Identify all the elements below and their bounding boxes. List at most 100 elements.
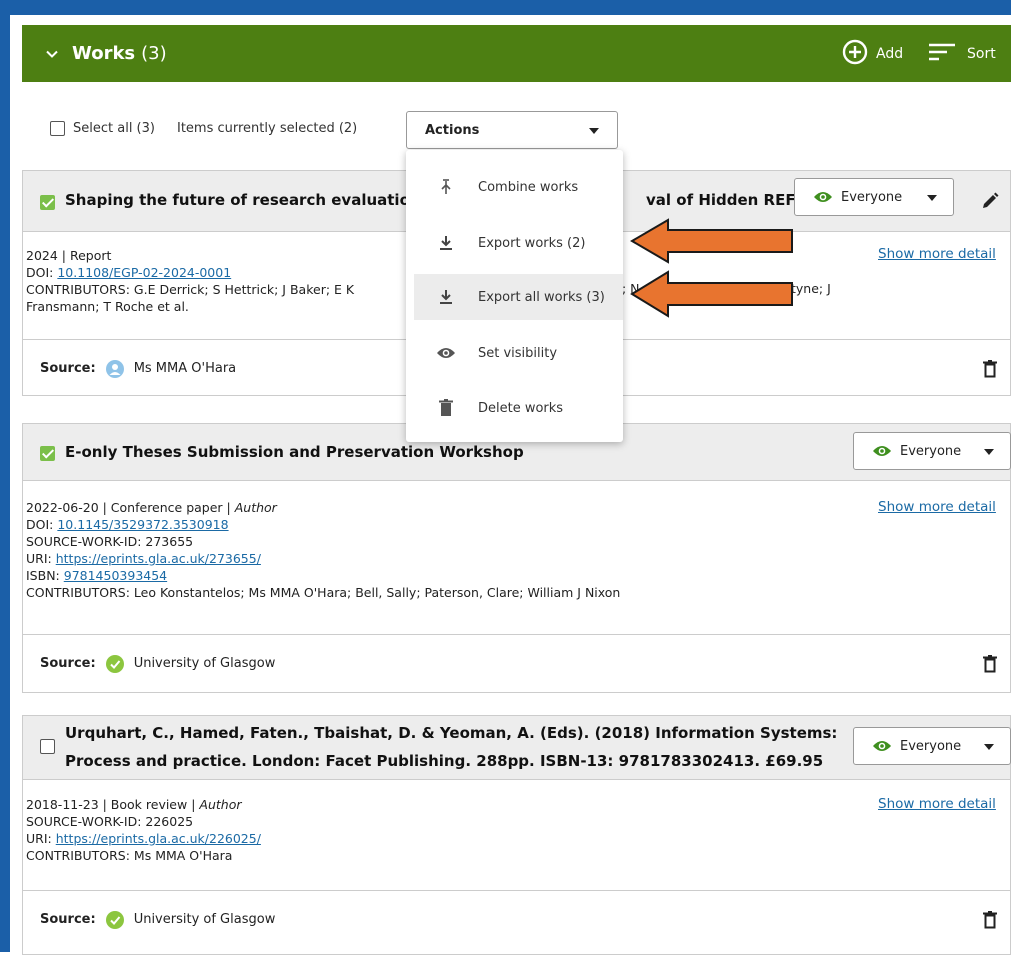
source-name: University of Glasgow [133,912,276,927]
add-circle-icon [842,39,868,69]
sort-button[interactable]: Sort [927,42,996,66]
edit-pencil-icon[interactable] [980,191,1000,215]
combine-icon [434,179,458,195]
verified-check-icon [105,910,124,929]
work-source-row: Source: University of Glasgow [23,890,1010,948]
sort-icon [927,42,957,66]
work-role: Author [199,797,242,812]
menu-item-export-all-works[interactable]: Export all works (3) [414,274,623,320]
work-contributors: CONTRIBUTORS: G.E Derrick; S Hettrick; J… [26,281,354,298]
doi-link[interactable]: 10.1108/EGP-02-2024-0001 [57,265,231,280]
work-metadata: 2024 | Report DOI: 10.1108/EGP-02-2024-0… [26,247,354,315]
work-uri-row: URI: https://eprints.gla.ac.uk/226025/ [26,831,261,846]
menu-item-export-works[interactable]: Export works (2) [414,220,623,266]
visibility-dropdown[interactable]: Everyone [853,727,1011,765]
menu-item-label: Combine works [478,179,579,195]
work-card: Urquhart, C., Hamed, Faten., Tbaishat, D… [22,715,1011,955]
actions-label: Actions [425,122,480,138]
work-checkbox[interactable] [40,446,55,461]
menu-item-set-visibility[interactable]: Set visibility [414,330,623,376]
work-contributors: CONTRIBUTORS: Leo Konstantelos; Ms MMA O… [26,585,621,600]
work-role: Author [234,500,277,515]
sort-label: Sort [967,45,996,62]
select-all-checkbox[interactable] [50,120,65,136]
visibility-dropdown[interactable]: Everyone [794,178,954,216]
source-label: Source: [40,656,96,671]
visibility-label: Everyone [900,443,962,459]
work-contributors-cont: Fransmann; T Roche et al. [26,299,189,314]
work-date-type: 2024 | Report [26,248,112,263]
caret-down-icon [927,195,937,201]
contributors-fragment: tyne; J [791,281,831,296]
menu-item-label: Delete works [478,400,564,416]
annotation-arrow-icon [630,218,793,264]
isbn-link[interactable]: 9781450393454 [64,568,167,583]
contributors-part: CONTRIBUTORS: G.E Derrick; S Hettrick; J… [26,282,355,297]
trash-icon[interactable] [983,910,997,929]
uri-link[interactable]: https://eprints.gla.ac.uk/273655/ [56,551,261,566]
eye-icon [872,444,892,458]
menu-item-label: Export all works (3) [478,289,605,305]
eye-icon [872,739,892,753]
doi-link[interactable]: 10.1145/3529372.3530918 [57,517,228,532]
download-icon [434,235,458,251]
work-isbn-row: ISBN: 9781450393454 [26,568,168,583]
source-name: Ms MMA O'Hara [133,361,237,376]
menu-item-label: Set visibility [478,345,558,361]
work-metadata: 2018-11-23 | Book review | Author SOURCE… [26,796,261,864]
works-count: (3) [141,43,167,64]
show-more-detail-link[interactable]: Show more detail [878,499,996,515]
work-title-line2[interactable]: Process and practice. London: Facet Publ… [65,752,823,770]
caret-down-icon [984,744,994,750]
show-more-detail-link[interactable]: Show more detail [878,246,996,262]
work-source-id: SOURCE-WORK-ID: 226025 [26,814,194,829]
annotation-arrow-icon [630,270,793,318]
work-source-row: Source: University of Glasgow [23,634,1010,692]
menu-item-delete-works[interactable]: Delete works [414,385,623,431]
doi-label: DOI: [26,265,54,280]
work-title[interactable]: E-only Theses Submission and Preservatio… [65,443,524,461]
eye-icon [813,190,833,204]
works-section-header[interactable]: Works (3) Add Sort [22,25,1011,82]
trash-icon[interactable] [983,359,997,378]
work-title-tail[interactable]: val of Hidden REF [646,191,796,209]
show-more-detail-link[interactable]: Show more detail [878,796,996,812]
actions-dropdown-button[interactable]: Actions [406,111,618,149]
work-doi-row: DOI: 10.1108/EGP-02-2024-0001 [26,264,354,281]
work-date-type: 2018-11-23 | Book review | Author [26,797,242,812]
work-title-line1[interactable]: Urquhart, C., Hamed, Faten., Tbaishat, D… [65,724,837,742]
source-label: Source: [40,361,96,376]
work-title-bar: Urquhart, C., Hamed, Faten., Tbaishat, D… [23,716,1011,780]
selection-row: Select all (3) Items currently selected … [50,110,357,146]
work-date-type: 2022-06-20 | Conference paper | Author [26,500,277,515]
visibility-label: Everyone [900,738,962,754]
work-doi-row: DOI: 10.1145/3529372.3530918 [26,517,229,532]
work-uri-row: URI: https://eprints.gla.ac.uk/273655/ [26,551,261,566]
add-button[interactable]: Add [842,39,903,69]
trash-icon [434,399,458,417]
menu-item-combine-works[interactable]: Combine works [414,164,623,210]
work-metadata: 2022-06-20 | Conference paper | Author D… [26,499,620,601]
visibility-dropdown[interactable]: Everyone [853,432,1011,470]
trash-icon[interactable] [983,654,997,673]
work-checkbox[interactable] [40,195,55,210]
download-icon [434,289,458,305]
user-avatar-icon [105,359,124,378]
visibility-label: Everyone [841,189,903,205]
add-label: Add [876,45,904,62]
select-all-label[interactable]: Select all (3) [73,121,155,136]
work-checkbox[interactable] [40,739,55,754]
work-contributors: CONTRIBUTORS: Ms MMA O'Hara [26,848,233,863]
work-title[interactable]: Shaping the future of research evaluatio [65,191,410,209]
actions-menu: Combine works Export works (2) Export al… [406,150,623,442]
uri-link[interactable]: https://eprints.gla.ac.uk/226025/ [56,831,261,846]
verified-check-icon [105,654,124,673]
menu-item-label: Export works (2) [478,235,586,251]
chevron-down-icon[interactable] [44,44,64,64]
caret-down-icon [984,449,994,455]
works-title: Works [72,43,136,64]
source-label: Source: [40,912,96,927]
source-name: University of Glasgow [133,656,276,671]
selected-count-text: Items currently selected (2) [176,120,358,136]
caret-down-icon [589,128,599,134]
